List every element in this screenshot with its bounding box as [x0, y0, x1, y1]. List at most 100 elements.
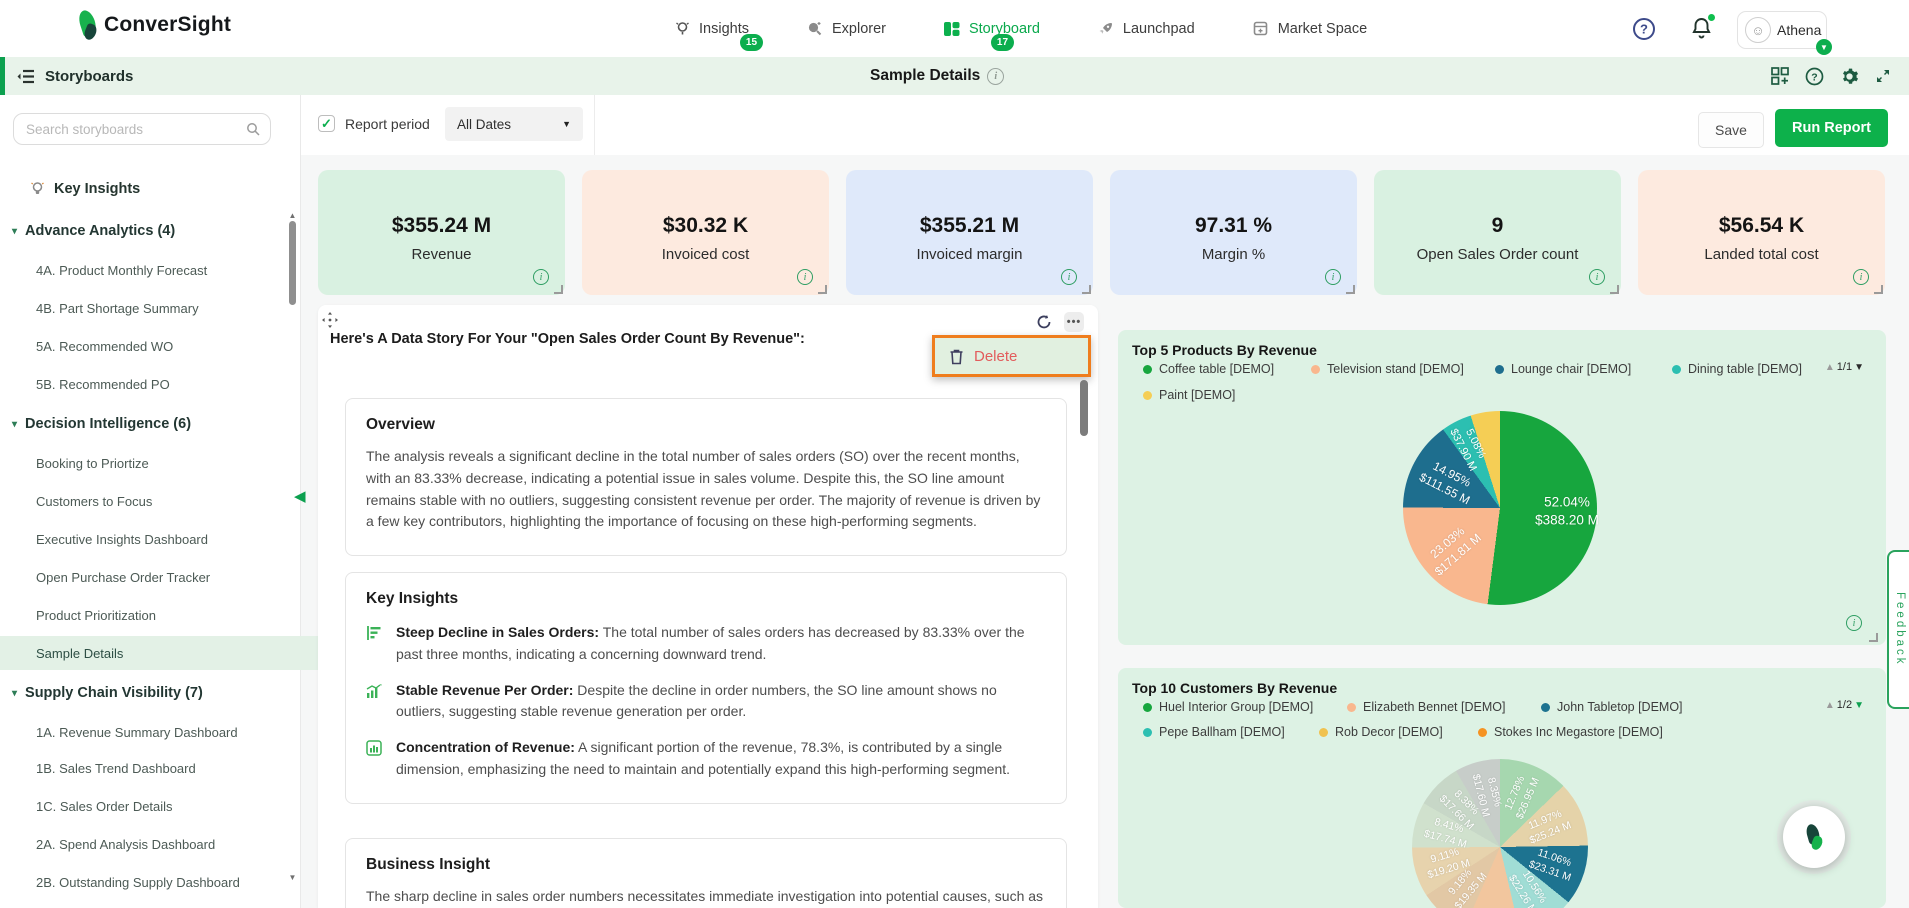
svg-text:?: ? — [1640, 22, 1648, 37]
kpi-card-margin-pct[interactable]: 97.31 % Margin % i — [1110, 170, 1357, 295]
tab-explorer[interactable]: Explorer — [805, 0, 886, 57]
legend-pagination[interactable]: ▲ 1/1 ▼ — [1825, 361, 1864, 373]
resize-handle[interactable] — [1082, 285, 1091, 294]
sidebar-item-label: Customers to Focus — [36, 493, 153, 509]
resize-handle[interactable] — [554, 285, 563, 294]
notifications-button[interactable] — [1690, 14, 1715, 40]
drag-move-handle[interactable] — [322, 312, 338, 328]
sidebar-item[interactable]: 5A. Recommended WO — [0, 331, 328, 361]
sidebar-item[interactable]: 4A. Product Monthly Forecast — [0, 255, 328, 285]
info-icon[interactable]: i — [1589, 269, 1605, 285]
page-up-icon[interactable]: ▲ — [1825, 700, 1835, 711]
tab-launchpad[interactable]: Launchpad — [1096, 0, 1195, 57]
info-icon[interactable]: i — [797, 269, 813, 285]
sidebar-item[interactable]: Open Purchase Order Tracker — [0, 562, 328, 592]
tab-market-space[interactable]: Market Space — [1251, 0, 1367, 57]
panel-scrollbar-thumb[interactable] — [1080, 380, 1088, 436]
delete-menu-item[interactable]: Delete — [932, 335, 1091, 377]
save-button[interactable]: Save — [1698, 112, 1764, 148]
sidebar-item[interactable]: 2A. Spend Analysis Dashboard — [0, 829, 328, 859]
scrollbar-up-arrow[interactable]: ▲ — [288, 211, 297, 220]
legend-item[interactable]: Elizabeth Bennet [DEMO] — [1347, 700, 1505, 714]
expand-icon[interactable] — [1875, 68, 1891, 84]
products-pie-chart[interactable]: 52.04% $388.20 M 23.03% $171.81 M 14.95% $1… — [1403, 411, 1599, 605]
refresh-icon[interactable] — [1034, 312, 1054, 332]
sidebar-item[interactable]: 4B. Part Shortage Summary — [0, 293, 328, 323]
legend-item[interactable]: Coffee table [DEMO] — [1143, 362, 1274, 376]
user-menu[interactable]: ☺ Athena ▼ — [1737, 11, 1832, 55]
help-circle-icon[interactable]: ? — [1805, 67, 1824, 86]
legend-dot — [1672, 364, 1681, 374]
sidebar-item[interactable]: Booking to Priortize — [0, 448, 328, 478]
sidebar-group-decision-intelligence[interactable]: ▾ Decision Intelligence (6) — [0, 409, 304, 439]
help-button[interactable]: ? — [1632, 17, 1656, 41]
tab-insights[interactable]: Insights 15 — [672, 0, 763, 57]
report-period-checkbox[interactable]: ✓ — [318, 115, 335, 132]
date-filter-dropdown[interactable]: All Dates ▼ — [445, 107, 583, 141]
resize-handle[interactable] — [818, 285, 827, 294]
resize-handle[interactable] — [1346, 285, 1355, 294]
decline-chart-icon — [366, 625, 382, 666]
pie-slice-label: 5.08% $37.90 M — [1447, 427, 1488, 474]
info-icon[interactable]: i — [533, 269, 549, 285]
sidebar-item[interactable]: 1C. Sales Order Details — [0, 791, 328, 821]
legend-pagination[interactable]: ▲ 1/2 ▼ — [1825, 699, 1864, 711]
resize-handle[interactable] — [1874, 285, 1883, 294]
kpi-card-open-so-count[interactable]: 9 Open Sales Order count i — [1374, 170, 1621, 295]
legend-item[interactable]: Pepe Ballham [DEMO] — [1143, 725, 1285, 739]
notification-dot — [1708, 14, 1715, 21]
settings-gear-icon[interactable] — [1840, 67, 1859, 86]
kpi-card-revenue[interactable]: $355.24 M Revenue i — [318, 170, 565, 295]
top-customers-card[interactable]: Top 10 Customers By Revenue Huel Interio… — [1118, 668, 1886, 908]
sidebar-group-supply-chain-visibility[interactable]: ▾ Supply Chain Visibility (7) — [0, 678, 304, 708]
athena-chat-button[interactable] — [1783, 806, 1845, 868]
sidebar-item[interactable]: 5B. Recommended PO — [0, 369, 328, 399]
feedback-tab[interactable]: Feedback — [1887, 550, 1909, 709]
legend-item[interactable]: Dining table [DEMO] — [1672, 362, 1802, 376]
collapse-sidebar-icon[interactable] — [16, 69, 35, 84]
storyboard-search[interactable] — [13, 113, 271, 145]
sidebar-item[interactable]: 1B. Sales Trend Dashboard — [0, 753, 328, 783]
customers-pie-chart[interactable]: 12.78% $26.95 M 11.97% $25.24 M 11.06% $23.… — [1412, 759, 1588, 908]
run-report-button[interactable]: Run Report — [1775, 109, 1888, 147]
legend-item[interactable]: Huel Interior Group [DEMO] — [1143, 700, 1313, 714]
tab-storyboard[interactable]: Storyboard 17 — [942, 0, 1040, 57]
more-options-icon[interactable]: ••• — [1064, 312, 1084, 332]
sidebar-item[interactable]: 1A. Revenue Summary Dashboard — [0, 717, 328, 747]
sidebar-item-key-insights[interactable]: Key Insights — [0, 174, 322, 204]
add-widget-icon[interactable] — [1771, 67, 1789, 85]
market-space-icon — [1251, 19, 1271, 39]
scrollbar-down-arrow[interactable]: ▼ — [288, 873, 297, 882]
search-input[interactable] — [24, 120, 228, 138]
sidebar-collapse-arrow[interactable]: ◀ — [294, 487, 306, 505]
resize-handle[interactable] — [1869, 633, 1878, 642]
legend-item[interactable]: John Tabletop [DEMO] — [1541, 700, 1683, 714]
sidebar-group-advance-analytics[interactable]: ▾ Advance Analytics (4) — [0, 216, 304, 246]
info-icon[interactable]: i — [1846, 615, 1862, 631]
info-icon[interactable]: i — [1853, 269, 1869, 285]
sidebar-item[interactable]: 2B. Outstanding Supply Dashboard — [0, 867, 328, 897]
info-icon[interactable]: i — [1061, 269, 1077, 285]
legend-item[interactable]: Paint [DEMO] — [1143, 388, 1235, 402]
sidebar-item[interactable]: Product Prioritization — [0, 600, 328, 630]
sidebar-item[interactable]: Executive Insights Dashboard — [0, 524, 328, 554]
top-products-card[interactable]: Top 5 Products By Revenue Coffee table [… — [1118, 330, 1886, 645]
kpi-card-landed-total-cost[interactable]: $56.54 K Landed total cost i — [1638, 170, 1885, 295]
sidebar-scrollbar-thumb[interactable] — [289, 221, 296, 305]
page-down-icon[interactable]: ▼ — [1854, 362, 1864, 373]
kpi-card-invoiced-margin[interactable]: $355.21 M Invoiced margin i — [846, 170, 1093, 295]
sidebar-item-sample-details-selected[interactable]: Sample Details — [0, 636, 328, 670]
page-up-icon[interactable]: ▲ — [1825, 362, 1835, 373]
legend-item[interactable]: Television stand [DEMO] — [1311, 362, 1464, 376]
resize-handle[interactable] — [1610, 285, 1619, 294]
page-down-icon[interactable]: ▼ — [1854, 700, 1864, 711]
legend-item[interactable]: Rob Decor [DEMO] — [1319, 725, 1443, 739]
legend-item[interactable]: Stokes Inc Megastore [DEMO] — [1478, 725, 1663, 739]
sidebar-item[interactable]: Customers to Focus — [0, 486, 328, 516]
info-icon[interactable]: i — [1325, 269, 1341, 285]
svg-text:?: ? — [1811, 71, 1817, 83]
brand-logo[interactable]: ConverSight — [76, 8, 231, 42]
legend-item[interactable]: Lounge chair [DEMO] — [1495, 362, 1631, 376]
page-title-info-icon[interactable]: i — [987, 67, 1005, 85]
kpi-card-invoiced-cost[interactable]: $30.32 K Invoiced cost i — [582, 170, 829, 295]
